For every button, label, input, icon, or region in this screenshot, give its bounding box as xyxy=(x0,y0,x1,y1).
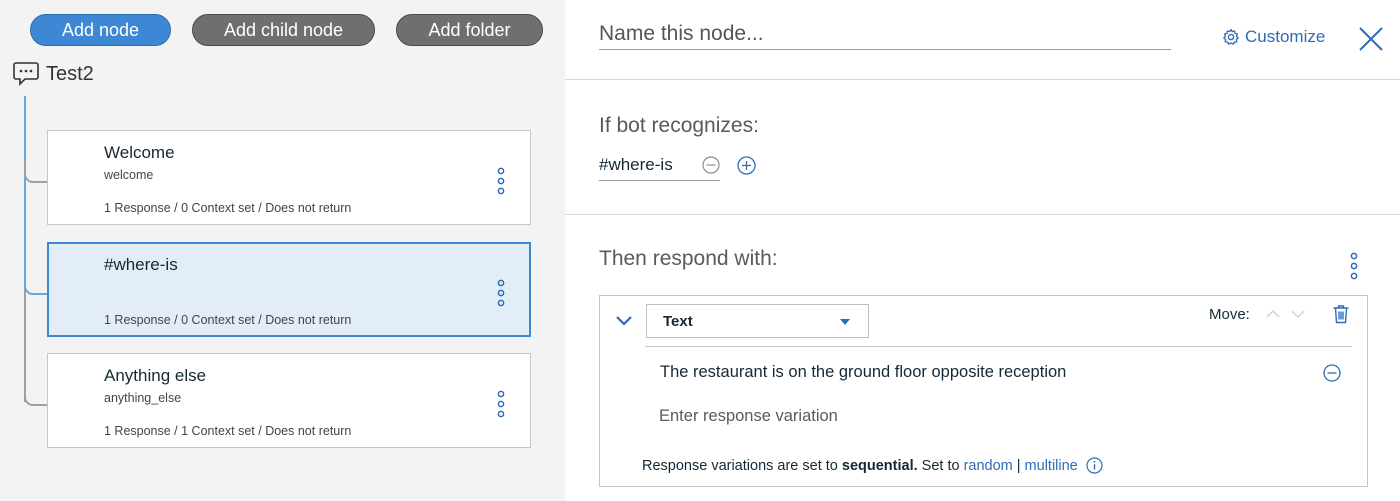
tree-connector-active xyxy=(24,96,26,290)
remove-condition-icon[interactable] xyxy=(702,156,720,174)
respond-label: Then respond with: xyxy=(599,247,778,270)
overflow-menu-icon[interactable] xyxy=(496,390,506,418)
dialog-node-welcome[interactable]: Welcome welcome 1 Response / 0 Context s… xyxy=(47,130,531,225)
node-name-input[interactable] xyxy=(599,18,1171,50)
response-type-select[interactable]: Text xyxy=(646,304,869,338)
variation-mode-line: Response variations are set to sequentia… xyxy=(642,457,1103,474)
chat-bubble-icon xyxy=(13,62,39,86)
tree-root-title: Test2 xyxy=(46,62,94,85)
add-node-button[interactable]: Add node xyxy=(30,14,171,46)
tree-branch xyxy=(24,272,48,295)
tree-branch xyxy=(24,383,48,406)
overflow-menu-icon[interactable] xyxy=(1349,252,1359,280)
node-editor-panel: Customize If bot recognizes: #where-is T… xyxy=(565,0,1400,501)
info-icon[interactable] xyxy=(1086,457,1103,474)
response-text[interactable]: The restaurant is on the ground floor op… xyxy=(660,363,1066,382)
dialog-node-where-is[interactable]: #where-is 1 Response / 0 Context set / D… xyxy=(47,242,531,337)
caret-down-icon xyxy=(840,319,850,325)
arrow-down-icon[interactable] xyxy=(1290,307,1306,321)
response-variation-input[interactable] xyxy=(659,403,1259,429)
add-folder-button[interactable]: Add folder xyxy=(396,14,543,46)
move-label: Move: xyxy=(1209,306,1250,323)
editor-header: Customize xyxy=(565,0,1400,80)
condition-section: If bot recognizes: #where-is xyxy=(565,81,1400,215)
divider xyxy=(645,346,1352,347)
customize-button[interactable]: Customize xyxy=(1222,27,1325,47)
arrow-up-icon[interactable] xyxy=(1265,307,1281,321)
node-title: #where-is xyxy=(104,255,178,274)
node-title: Welcome xyxy=(104,143,175,162)
add-child-node-button[interactable]: Add child node xyxy=(192,14,375,46)
chevron-down-icon[interactable] xyxy=(614,314,634,328)
response-card: Text Move: The restaurant is on the grou… xyxy=(599,295,1368,487)
seq-setto: Set to xyxy=(921,457,960,474)
gear-icon xyxy=(1223,28,1239,45)
node-summary: 1 Response / 1 Context set / Does not re… xyxy=(104,424,352,438)
response-type-value: Text xyxy=(663,312,693,330)
overflow-menu-icon[interactable] xyxy=(496,279,506,307)
recognizes-label: If bot recognizes: xyxy=(599,114,759,137)
random-link[interactable]: random xyxy=(964,458,1013,474)
node-condition: anything_else xyxy=(104,391,182,405)
node-summary: 1 Response / 0 Context set / Does not re… xyxy=(104,313,352,327)
overflow-menu-icon[interactable] xyxy=(496,167,506,195)
node-summary: 1 Response / 0 Context set / Does not re… xyxy=(104,201,352,215)
seq-mode: sequential. xyxy=(841,457,918,474)
customize-label: Customize xyxy=(1245,27,1326,46)
add-condition-icon[interactable] xyxy=(737,156,756,175)
intent-value: #where-is xyxy=(599,155,673,174)
trash-icon[interactable] xyxy=(1332,304,1350,324)
link-separator: | xyxy=(1016,457,1021,474)
tree-root[interactable]: Test2 xyxy=(12,60,94,88)
intent-condition-field[interactable]: #where-is xyxy=(599,153,720,181)
tree-branch xyxy=(24,160,48,183)
remove-response-icon[interactable] xyxy=(1323,364,1341,382)
node-title: Anything else xyxy=(104,366,207,385)
dialog-node-anything-else[interactable]: Anything else anything_else 1 Response /… xyxy=(47,353,531,448)
seq-prefix: Response variations are set to xyxy=(642,457,838,474)
multiline-link[interactable]: multiline xyxy=(1025,458,1078,474)
dialog-tree-panel: Add node Add child node Add folder Test2… xyxy=(0,0,565,501)
node-condition: welcome xyxy=(104,168,154,182)
close-icon[interactable] xyxy=(1358,26,1384,52)
